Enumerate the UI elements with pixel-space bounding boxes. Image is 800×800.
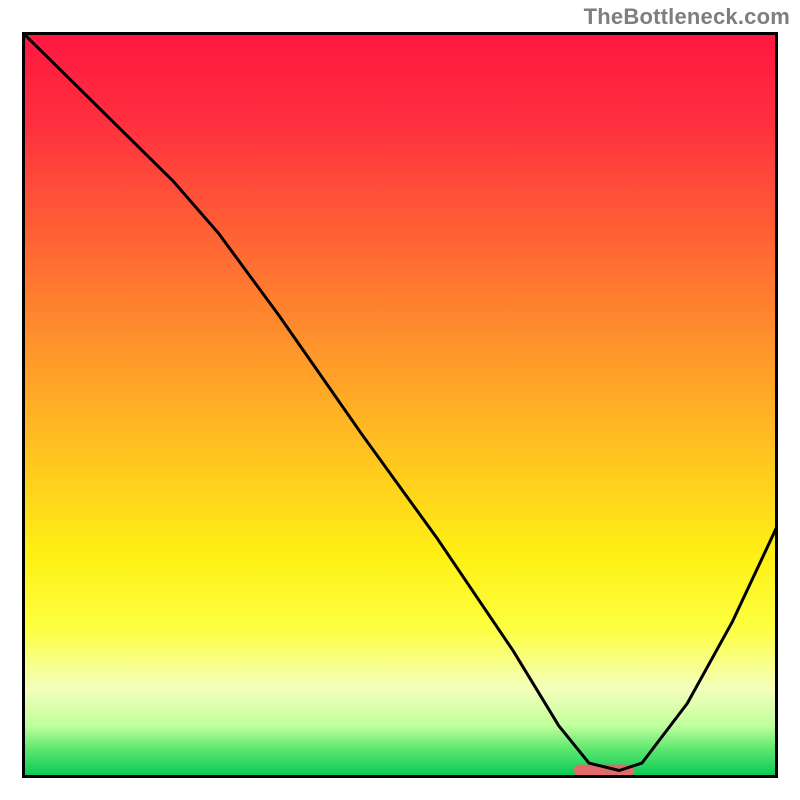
chart-svg xyxy=(22,32,778,778)
chart-container: TheBottleneck.com xyxy=(0,0,800,800)
watermark-text: TheBottleneck.com xyxy=(584,4,790,30)
plot-area xyxy=(22,32,778,778)
